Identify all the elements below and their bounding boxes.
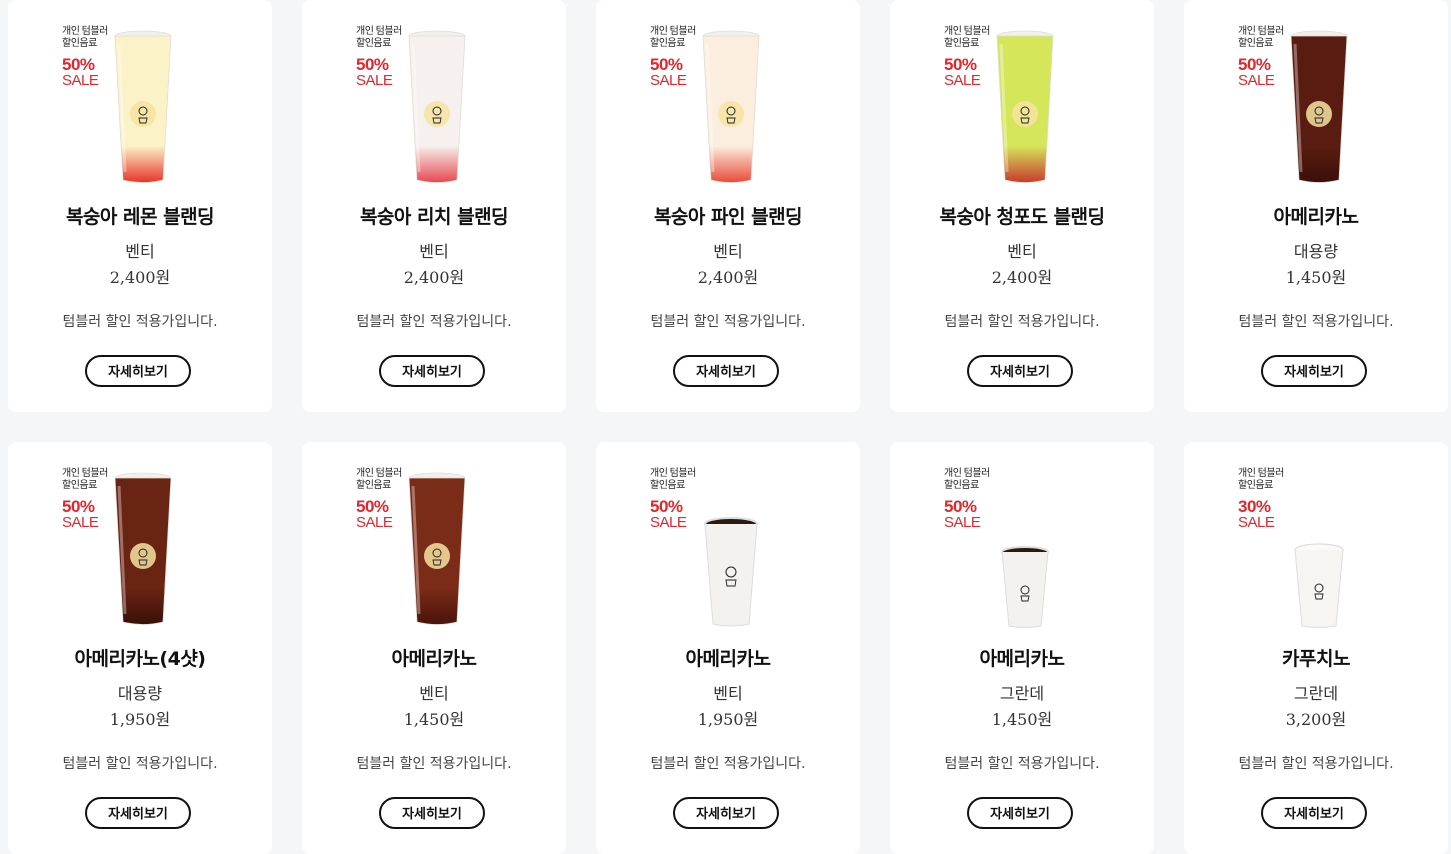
product-size: 벤티 (713, 242, 743, 261)
product-name: 복숭아 리치 블랜딩 (359, 206, 509, 228)
view-details-button[interactable]: 자세히보기 (85, 797, 191, 829)
product-card: 개인 텀블러 할인음료 50% SALE 아메리카노 벤티 1,450원 텀블러 할인… (302, 442, 566, 854)
product-note: 텀블러 할인 적용가입니다. (62, 756, 218, 772)
product-name: 아메리카노 (391, 648, 477, 670)
product-image[interactable] (691, 464, 771, 629)
product-card: 개인 텀블러 할인음료 50% SALE 복숭아 레몬 블랜딩 벤티 2,400원 텀… (8, 0, 272, 412)
product-size: 그란데 (999, 684, 1045, 703)
product-note: 텀블러 할인 적용가입니다. (62, 314, 218, 330)
product-name: 아메리카노 (979, 648, 1065, 670)
product-name: 아메리카노(4샷) (74, 648, 206, 670)
view-details-button[interactable]: 자세히보기 (85, 355, 191, 387)
product-size: 대용량 (117, 684, 163, 703)
view-details-button[interactable]: 자세히보기 (379, 797, 485, 829)
product-card: 개인 텀블러 할인음료 50% SALE 복숭아 파인 블랜딩 벤티 2,400원 텀… (596, 0, 860, 412)
product-price: 1,950원 (697, 710, 759, 729)
product-price: 3,200원 (1285, 710, 1347, 729)
product-note: 텀블러 할인 적용가입니다. (944, 314, 1100, 330)
product-image[interactable] (1279, 22, 1359, 187)
product-note: 텀블러 할인 적용가입니다. (650, 756, 806, 772)
product-note: 텀블러 할인 적용가입니다. (650, 314, 806, 330)
view-details-button[interactable]: 자세히보기 (673, 797, 779, 829)
product-note: 텀블러 할인 적용가입니다. (1238, 756, 1394, 772)
product-size: 벤티 (125, 242, 155, 261)
product-name: 복숭아 청포도 블랜딩 (939, 206, 1105, 228)
product-price: 2,400원 (991, 268, 1053, 287)
product-card: 개인 텀블러 할인음료 50% SALE 아메리카노(4샷) 대용량 1,950원 텀… (8, 442, 272, 854)
product-name: 아메리카노 (685, 648, 771, 670)
product-card: 개인 텀블러 할인음료 50% SALE 복숭아 청포도 블랜딩 벤티 2,400원… (890, 0, 1154, 412)
view-details-button[interactable]: 자세히보기 (1261, 797, 1367, 829)
view-details-button[interactable]: 자세히보기 (967, 797, 1073, 829)
view-details-button[interactable]: 자세히보기 (379, 355, 485, 387)
product-image[interactable] (985, 464, 1065, 629)
product-name: 복숭아 레몬 블랜딩 (65, 206, 215, 228)
product-name: 복숭아 파인 블랜딩 (653, 206, 803, 228)
product-card: 개인 텀블러 할인음료 50% SALE 아메리카노 그란데 1,450원 텀블러 할… (890, 442, 1154, 854)
product-size: 벤티 (713, 684, 743, 703)
product-note: 텀블러 할인 적용가입니다. (356, 314, 512, 330)
product-price: 1,950원 (109, 710, 171, 729)
product-price: 2,400원 (403, 268, 465, 287)
product-note: 텀블러 할인 적용가입니다. (356, 756, 512, 772)
product-name: 아메리카노 (1273, 206, 1359, 228)
view-details-button[interactable]: 자세히보기 (1261, 355, 1367, 387)
product-image[interactable] (691, 22, 771, 187)
view-details-button[interactable]: 자세히보기 (967, 355, 1073, 387)
product-image[interactable] (985, 22, 1065, 187)
product-card: 개인 텀블러 할인음료 50% SALE 복숭아 리치 블랜딩 벤티 2,400원 텀… (302, 0, 566, 412)
product-size: 그란데 (1293, 684, 1339, 703)
product-card: 개인 텀블러 할인음료 50% SALE 아메리카노 대용량 1,450원 텀블러 할… (1184, 0, 1448, 412)
product-note: 텀블러 할인 적용가입니다. (1238, 314, 1394, 330)
product-price: 1,450원 (403, 710, 465, 729)
product-size: 벤티 (1007, 242, 1037, 261)
product-image[interactable] (1279, 464, 1359, 629)
product-price: 2,400원 (109, 268, 171, 287)
view-details-button[interactable]: 자세히보기 (673, 355, 779, 387)
product-card: 개인 텀블러 할인음료 30% SALE 카푸치노 그란데 3,200원 텀블러 할인… (1184, 442, 1448, 854)
product-grid: 개인 텀블러 할인음료 50% SALE 복숭아 레몬 블랜딩 벤티 2,400원 텀… (0, 0, 1451, 854)
product-size: 벤티 (419, 684, 449, 703)
product-note: 텀블러 할인 적용가입니다. (944, 756, 1100, 772)
product-image[interactable] (103, 464, 183, 629)
product-image[interactable] (397, 464, 477, 629)
product-size: 대용량 (1293, 242, 1339, 261)
product-size: 벤티 (419, 242, 449, 261)
product-card: 개인 텀블러 할인음료 50% SALE 아메리카노 벤티 1,950원 텀블러 할인… (596, 442, 860, 854)
product-price: 2,400원 (697, 268, 759, 287)
product-image[interactable] (397, 22, 477, 187)
product-name: 카푸치노 (1282, 648, 1350, 670)
product-image[interactable] (103, 22, 183, 187)
product-price: 1,450원 (991, 710, 1053, 729)
product-price: 1,450원 (1285, 268, 1347, 287)
